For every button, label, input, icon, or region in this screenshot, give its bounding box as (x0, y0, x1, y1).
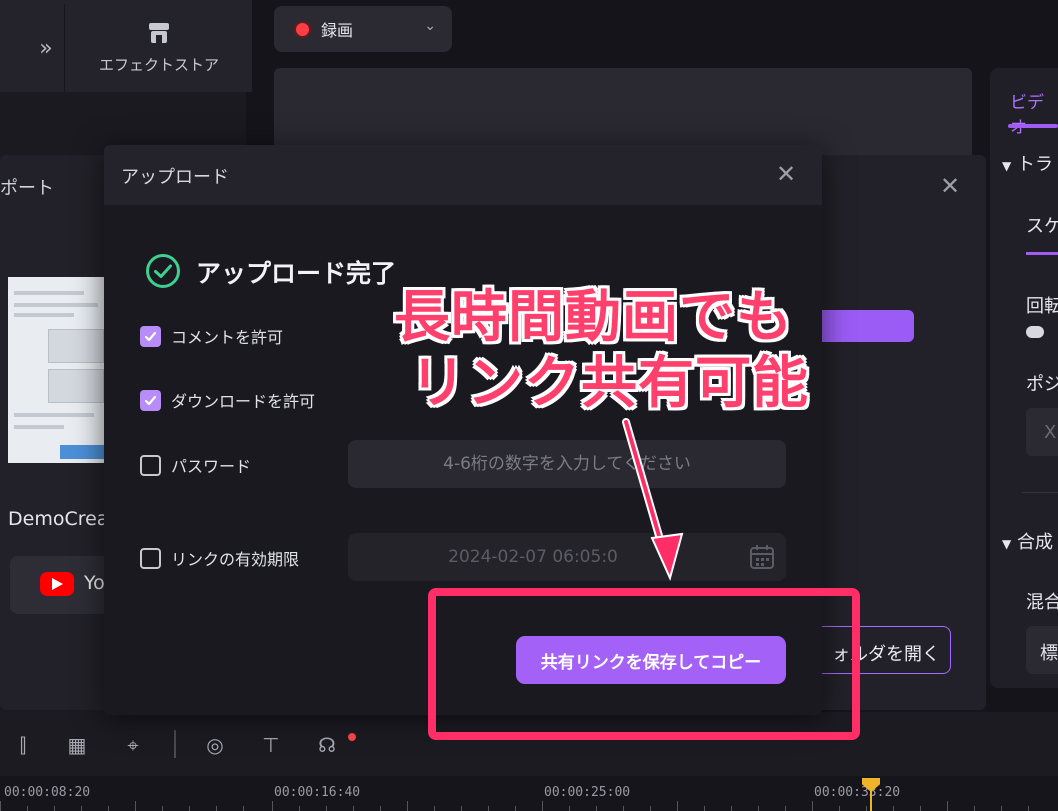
checkmark-icon (144, 331, 157, 341)
divider (174, 730, 176, 758)
section-compositing[interactable]: ▼ 合成 (1002, 528, 1053, 554)
password-option[interactable]: パスワード (140, 453, 251, 477)
store-icon[interactable] (146, 20, 172, 46)
position-label: ポジ (1026, 374, 1058, 395)
timecode: 00:00:16:40 (274, 785, 361, 800)
allow-download-label: ダウンロードを許可 (171, 392, 316, 411)
close-icon[interactable]: ✕ (940, 172, 960, 200)
check-circle-icon (146, 254, 180, 288)
allow-comments-checkbox[interactable] (140, 325, 161, 347)
link-expiry-label: リンクの有効期限 (171, 550, 300, 569)
password-input[interactable] (348, 440, 786, 488)
tab-video[interactable]: ビデオ (1010, 88, 1058, 138)
mosaic-icon[interactable]: ▦ (64, 732, 90, 758)
rotate-slider-handle[interactable] (1026, 326, 1044, 338)
video-thumbnail (8, 277, 104, 463)
highlight-box (428, 588, 860, 740)
section-compositing-label: 合成 (1016, 532, 1053, 553)
record-badge (348, 733, 356, 741)
play-icon (52, 578, 63, 590)
close-icon[interactable]: ✕ (776, 160, 796, 188)
calendar-icon[interactable] (748, 543, 776, 571)
stabilize-icon[interactable]: ⊤ (258, 732, 284, 758)
project-name: DemoCrea (8, 508, 109, 530)
password-label: パスワード (171, 457, 252, 476)
blend-label: 混合 (1026, 592, 1058, 613)
playhead-line (870, 790, 872, 811)
section-transform[interactable]: ▼ トラ (1002, 150, 1053, 176)
split-icon[interactable]: ⫿ (10, 732, 36, 758)
link-expiry-checkbox[interactable] (140, 547, 161, 569)
upload-complete-title: アップロード完了 (196, 259, 397, 288)
record-dropdown[interactable]: 録画 ⌄ (274, 6, 452, 52)
timecode: 00:00:33:20 (814, 785, 901, 800)
password-input-wrapper (348, 440, 786, 488)
blend-mode-select[interactable]: 標 (1026, 626, 1058, 674)
arrow-annotation-icon (622, 418, 684, 581)
voice-icon[interactable]: ☊ (314, 732, 340, 758)
youtube-label: Yo (84, 572, 105, 594)
allow-download-option[interactable]: ダウンロードを許可 (140, 388, 315, 412)
tab-underline (1008, 124, 1058, 128)
record-label: 録画 (321, 21, 354, 40)
divider (64, 4, 65, 92)
color-icon[interactable]: ◎ (202, 732, 228, 758)
section-transform-label: トラ (1016, 154, 1053, 175)
allow-comments-label: コメントを許可 (171, 328, 284, 347)
upload-modal-title: アップロード (121, 167, 229, 188)
link-expiry-option[interactable]: リンクの有効期限 (140, 546, 299, 570)
divider (1022, 492, 1058, 493)
triangle-down-icon: ▼ (1002, 159, 1012, 173)
triangle-down-icon: ▼ (1002, 537, 1012, 551)
annotation-text-line2: リンク共有可能 (410, 351, 809, 416)
position-x-input[interactable]: X (1026, 408, 1058, 456)
password-checkbox[interactable] (140, 454, 161, 476)
rotate-label: 回転 (1026, 296, 1058, 317)
sub-tab-underline (1026, 252, 1058, 255)
sub-tab-scale[interactable]: スケ (1026, 212, 1058, 238)
select-cursor-icon[interactable]: ⌖ (120, 732, 146, 758)
export-dialog-title: ポート (0, 178, 54, 199)
effect-store-label[interactable]: エフェクトストア (66, 54, 252, 75)
double-chevron-right-icon[interactable]: » (28, 30, 64, 66)
checkmark-icon (144, 395, 157, 405)
timecode: 00:00:25:00 (544, 785, 631, 800)
allow-comments-option[interactable]: コメントを許可 (140, 324, 283, 348)
record-dot-icon (294, 20, 311, 38)
timecode: 00:00:08:20 (4, 785, 91, 800)
chevron-down-icon: ⌄ (424, 18, 436, 34)
allow-download-checkbox[interactable] (140, 389, 161, 411)
